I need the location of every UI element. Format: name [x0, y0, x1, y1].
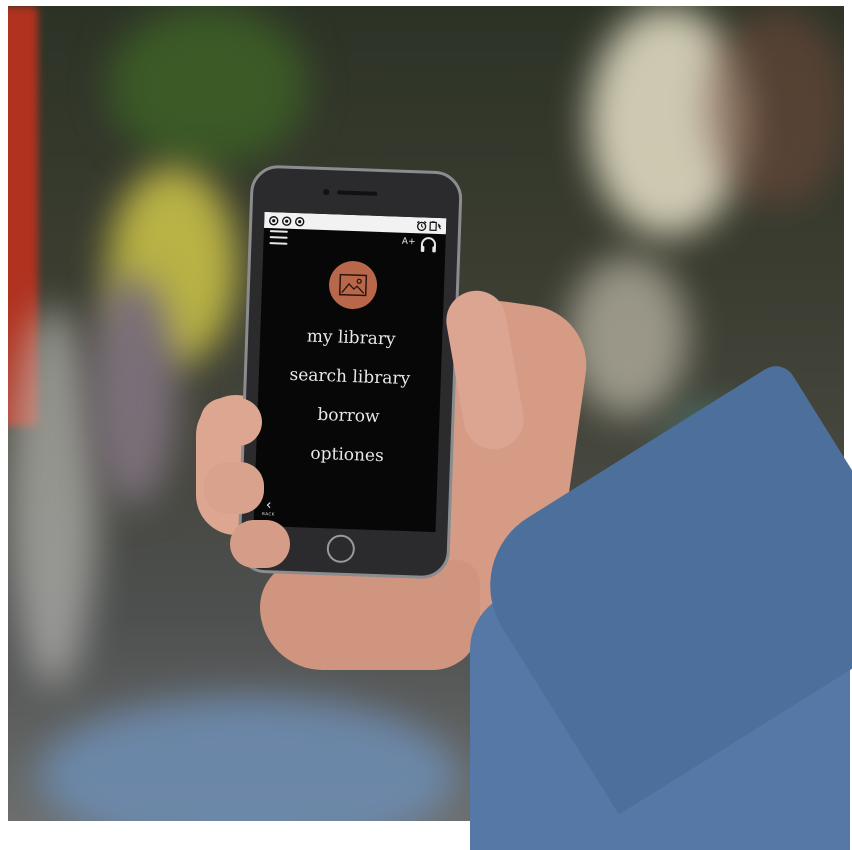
font-size-button[interactable]: A+	[402, 237, 416, 247]
app-screen: A+ my library search library borrow opti…	[253, 211, 447, 533]
speaker-grille	[337, 190, 378, 196]
menu-item-my-library[interactable]: my library	[260, 316, 443, 361]
back-button[interactable]: ‹ BACK	[261, 497, 275, 517]
menu-item-borrow[interactable]: borrow	[257, 394, 440, 439]
main-menu: my library search library borrow optione…	[255, 316, 442, 478]
hamburger-menu-icon[interactable]	[269, 230, 288, 245]
headphones-icon[interactable]	[419, 235, 438, 254]
notification-circle-icon	[295, 216, 305, 226]
battery-icon	[429, 220, 442, 231]
notification-circle-icon	[269, 215, 279, 225]
background-column	[8, 306, 98, 686]
image-icon	[338, 273, 368, 297]
status-right-icons	[416, 220, 442, 232]
background-tree	[108, 6, 308, 166]
app-toolbar: A+	[263, 228, 446, 260]
background-shoulder	[38, 696, 458, 821]
home-button[interactable]	[326, 534, 356, 564]
status-left-icons	[268, 215, 305, 227]
alarm-icon	[416, 220, 427, 231]
profile-image-placeholder[interactable]	[328, 260, 378, 310]
hand-finger	[230, 520, 290, 568]
menu-item-search-library[interactable]: search library	[258, 355, 441, 400]
hand-finger	[200, 398, 262, 446]
phone: A+ my library search library borrow opti…	[236, 164, 464, 580]
back-label: BACK	[261, 511, 275, 517]
notification-circle-icon	[282, 216, 292, 226]
chevron-left-icon: ‹	[265, 497, 272, 514]
hand-finger	[204, 462, 264, 514]
camera-icon	[323, 188, 330, 196]
background-light	[568, 256, 688, 416]
menu-item-options[interactable]: optiones	[255, 433, 438, 478]
background-building	[708, 6, 844, 206]
background-pedestrian	[88, 276, 178, 506]
